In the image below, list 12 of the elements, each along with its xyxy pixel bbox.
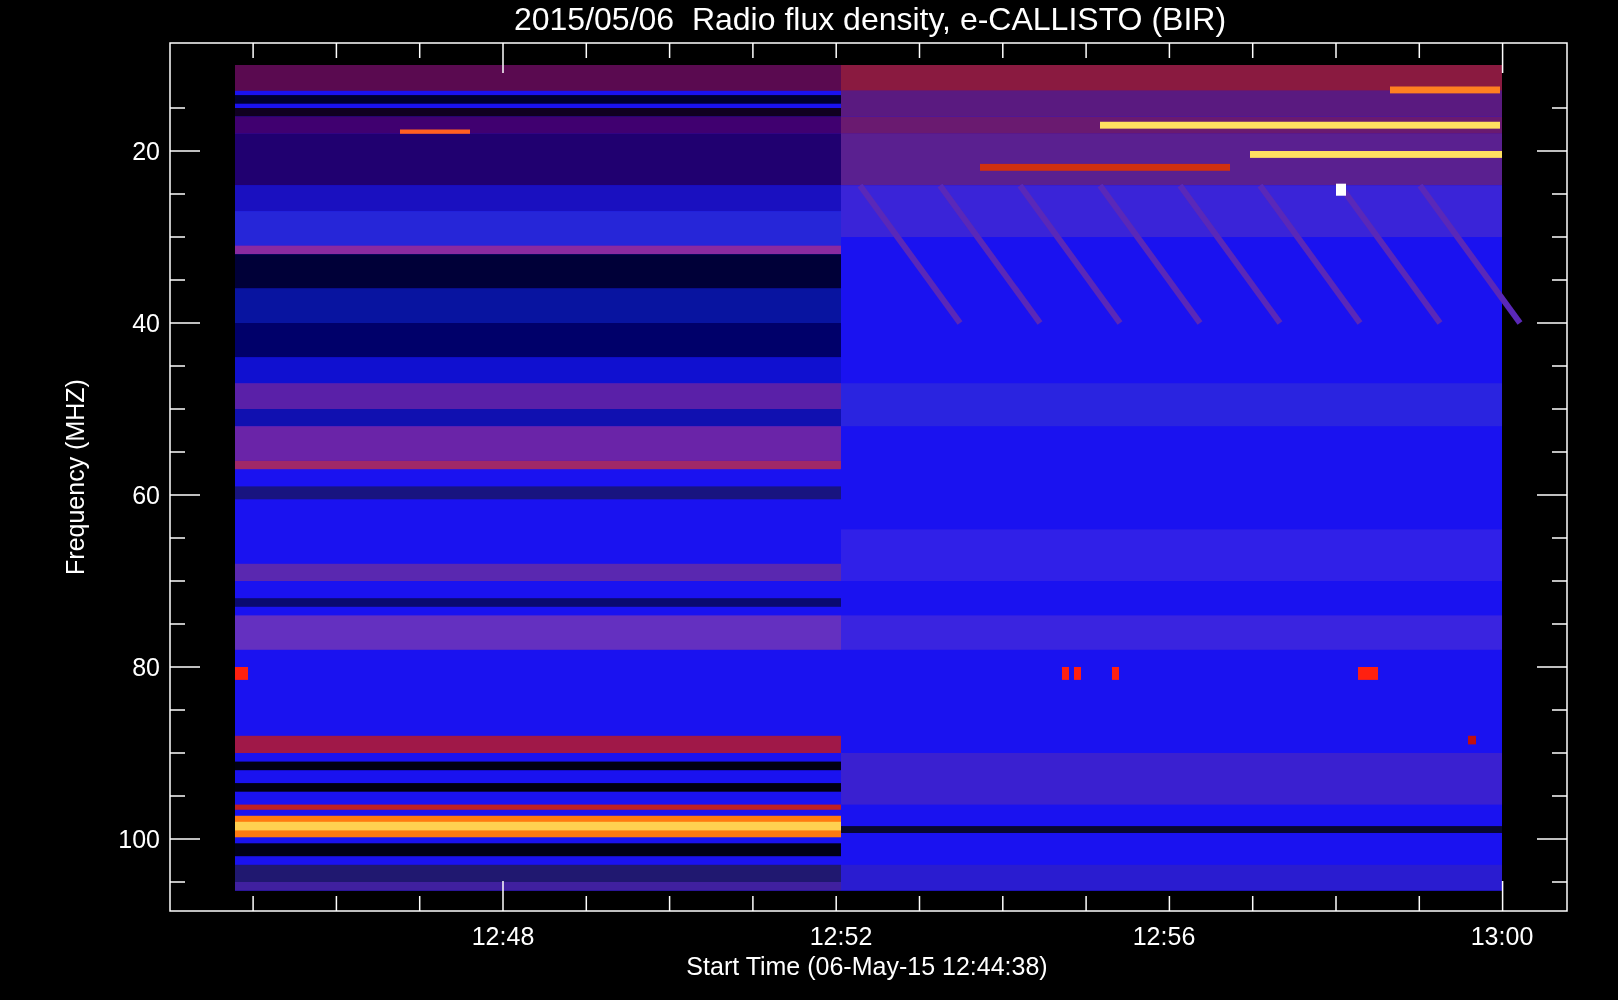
axis-tick-label: 12:48 (471, 922, 535, 950)
axis-tick-label: 100 (118, 825, 160, 853)
x-axis-label: Start Time (06-May-15 12:44:38) (686, 952, 1048, 980)
axis-tick-label: 40 (132, 309, 160, 337)
axis-tick-label: 60 (132, 481, 160, 509)
axis-tick-label: 20 (132, 137, 160, 165)
y-axis-label: Frequency (MHZ) (61, 379, 89, 575)
chart-title: 2015/05/06 Radio flux density, e-CALLISTO (BIR) (513, 1, 1227, 37)
axis-tick-label: 12:56 (1132, 922, 1196, 950)
axis-tick-label: 80 (132, 653, 160, 681)
axis-tick-label: 12:52 (809, 922, 873, 950)
axis-tick-label: 13:00 (1470, 922, 1534, 950)
